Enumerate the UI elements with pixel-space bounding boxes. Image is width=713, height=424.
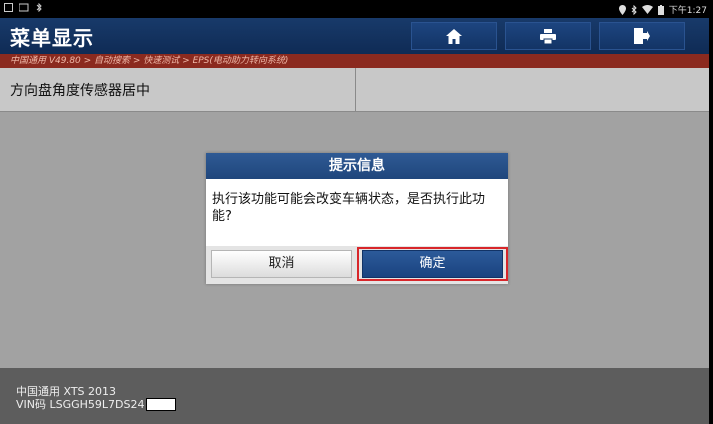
print-button[interactable]	[505, 22, 591, 50]
home-button[interactable]	[411, 22, 497, 50]
exit-button[interactable]	[599, 22, 685, 50]
vin-text: VIN码 LSGGH59L7DS24	[16, 398, 145, 411]
dialog-button-bar: 取消 确定	[206, 246, 508, 284]
bluetooth-icon	[36, 3, 42, 12]
vin-redaction-box	[145, 397, 176, 411]
menu-item-cell: 方向盘角度传感器居中	[0, 68, 356, 111]
app-header: 菜单显示	[0, 18, 713, 54]
vehicle-info-footer: 中国通用 XTS 2013 VIN码 LSGGH59L7DS24	[0, 368, 709, 424]
cancel-button[interactable]: 取消	[211, 250, 352, 278]
battery-icon	[657, 4, 664, 15]
menu-item-label: 方向盘角度传感器居中	[10, 83, 150, 99]
bt-icon	[631, 4, 637, 15]
vin-line: VIN码 LSGGH59L7DS24	[16, 396, 176, 412]
dialog-title: 提示信息	[206, 153, 508, 179]
location-icon	[618, 4, 626, 15]
menu-item[interactable]: 方向盘角度传感器居中	[0, 68, 709, 112]
status-right: 下午1:27	[618, 3, 707, 16]
exit-icon	[634, 28, 650, 44]
breadcrumb: 中国通用 V49.80 > 自动搜索 > 快速测试 > EPS(电动助力转向系统…	[0, 54, 713, 68]
wifi-icon	[641, 5, 653, 14]
dialog-message: 执行该功能可能会改变车辆状态，是否执行此功能?	[212, 192, 486, 224]
clock: 下午1:27	[668, 6, 707, 16]
print-icon	[540, 28, 556, 44]
home-icon	[446, 28, 462, 44]
status-bar: 下午1:27	[0, 0, 713, 18]
ok-button[interactable]: 确定	[362, 250, 503, 278]
screen-edge	[709, 18, 713, 424]
page-title: 菜单显示	[10, 26, 94, 50]
screen-icon	[4, 3, 13, 12]
signal-icon	[19, 3, 29, 12]
confirm-dialog: 提示信息 执行该功能可能会改变车辆状态，是否执行此功能? 取消 确定	[206, 153, 508, 284]
status-left	[4, 3, 44, 12]
